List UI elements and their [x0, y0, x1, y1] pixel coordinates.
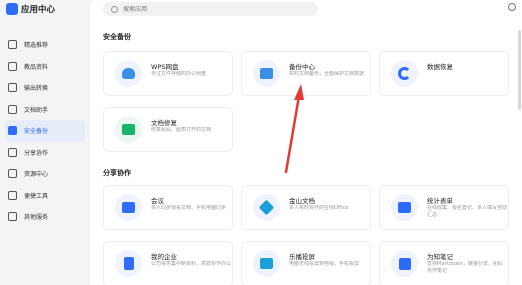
card-title: 数据恢复 [427, 63, 453, 71]
card-title: 文档修复 [151, 119, 177, 127]
sidebar-item-other[interactable]: 其他服务 [0, 206, 90, 228]
sidebar-item-label: 分享协作 [24, 149, 49, 157]
search-box[interactable] [103, 2, 318, 16]
sidebar-nav: 精选推荐 教品资料 输出转换 文档助手 安全备份 分享协作 资源中心 便捷工具 … [0, 34, 90, 228]
card-desc: 专注文件存储的办公网盘 [151, 71, 207, 77]
sidebar-item-label: 安全备份 [24, 128, 49, 136]
sidebar-item-tools[interactable]: 便捷工具 [0, 185, 90, 207]
search-input[interactable] [123, 5, 273, 13]
window-controls [508, 3, 516, 11]
sidebar-item-assistant[interactable]: 文档助手 [0, 99, 90, 121]
repair-icon [115, 116, 142, 143]
form-icon [391, 194, 418, 221]
app-card-meeting[interactable]: 会议 多人同步观看文档、手机电脑同步 [103, 185, 233, 230]
assistant-icon [8, 104, 17, 114]
convert-icon [8, 83, 17, 93]
shield-icon [8, 126, 17, 136]
scrollbar[interactable] [518, 30, 521, 110]
sidebar-item-label: 教品资料 [24, 63, 49, 71]
app-card-stat-form[interactable]: 统计表单 在线收集、报名登记、多人填写自动汇总 [379, 185, 509, 230]
app-logo-icon [6, 3, 18, 15]
app-logo: 应用中心 [6, 3, 55, 15]
section-title: 分享协作 [103, 169, 131, 177]
g-icon [391, 60, 418, 87]
card-title: 统计表单 [427, 197, 453, 205]
cloud-icon [115, 60, 142, 87]
app-card-kdocs[interactable]: 金山文档 多人实时协作的在线Office [241, 185, 371, 230]
sidebar-item-picks[interactable]: 精选推荐 [0, 34, 90, 56]
app-card-data-recovery[interactable]: 数据恢复 [379, 51, 509, 96]
sidebar-item-label: 便捷工具 [24, 192, 49, 200]
card-title: 备份中心 [289, 63, 315, 71]
card-desc: 支持Markdown，链接分享，团队协作笔记 [427, 261, 503, 274]
card-title: 金山文档 [289, 197, 315, 205]
card-title: 乐播投屏 [289, 253, 315, 261]
card-desc: 多人同步观看文档、手机电脑同步 [151, 205, 227, 211]
sidebar: 应用中心 精选推荐 教品资料 输出转换 文档助手 安全备份 分享协作 资源中心 … [0, 0, 90, 285]
app-card-my-company[interactable]: 我的企业 公司事务集中制资料，高效协作办公 [103, 241, 233, 285]
sidebar-item-label: 精选推荐 [24, 42, 49, 50]
card-desc: 实时文档备份，全面保护文档数据 [289, 71, 365, 77]
layers-icon [253, 194, 280, 221]
more-icon [8, 212, 17, 222]
sidebar-item-security[interactable]: 安全备份 [5, 120, 85, 142]
main-panel: 安全备份 WPS网盘 专注文件存储的办公网盘 备份中心 实时文档备份，全面保护文… [90, 0, 522, 285]
sidebar-item-label: 输出转换 [24, 85, 49, 93]
feedback-icon[interactable] [508, 3, 516, 11]
video-icon [115, 194, 142, 221]
section-title: 安全备份 [103, 33, 131, 41]
cast-icon [253, 250, 280, 277]
app-card-doc-repair[interactable]: 文档修复 修复乱码、图表打开的文档 [103, 107, 233, 152]
card-desc: 在线收集、报名登记、多人填写自动汇总 [427, 205, 507, 218]
card-desc: 多人实时协作的在线Office [289, 205, 349, 211]
doc-icon [8, 61, 17, 71]
card-title: 为知笔记 [427, 253, 453, 261]
app-card-backup-center[interactable]: 备份中心 实时文档备份，全面保护文档数据 [241, 51, 371, 96]
sidebar-item-label: 资源中心 [24, 171, 49, 179]
app-card-wps-drive[interactable]: WPS网盘 专注文件存储的办公网盘 [103, 51, 233, 96]
sidebar-item-share[interactable]: 分享协作 [0, 142, 90, 164]
star-icon [8, 40, 17, 50]
share-icon [8, 147, 17, 157]
sidebar-item-materials[interactable]: 教品资料 [0, 56, 90, 78]
card-desc: 修复乱码、图表打开的文档 [151, 127, 212, 133]
app-card-lebo-cast[interactable]: 乐播投屏 电脑无线投屏到电视，手机投屏 [241, 241, 371, 285]
sidebar-item-convert[interactable]: 输出转换 [0, 77, 90, 99]
search-icon [111, 5, 118, 13]
app-card-wiz-note[interactable]: 为知笔记 支持Markdown，链接分享，团队协作笔记 [379, 241, 509, 285]
building-icon [115, 250, 142, 277]
card-desc: 电脑无线投屏到电视，手机投屏 [289, 261, 360, 267]
sidebar-item-label: 其他服务 [24, 214, 49, 222]
card-desc: 公司事务集中制资料，高效协作办公 [151, 261, 231, 267]
resource-icon [8, 169, 17, 179]
tool-icon [8, 190, 17, 200]
app-title: 应用中心 [21, 5, 56, 15]
card-title: WPS网盘 [151, 63, 179, 71]
w-icon [391, 250, 418, 277]
folder-icon [253, 60, 280, 87]
sidebar-item-label: 文档助手 [24, 106, 49, 114]
sidebar-item-resources[interactable]: 资源中心 [0, 163, 90, 185]
card-title: 我的企业 [151, 253, 177, 261]
card-title: 会议 [151, 197, 164, 205]
